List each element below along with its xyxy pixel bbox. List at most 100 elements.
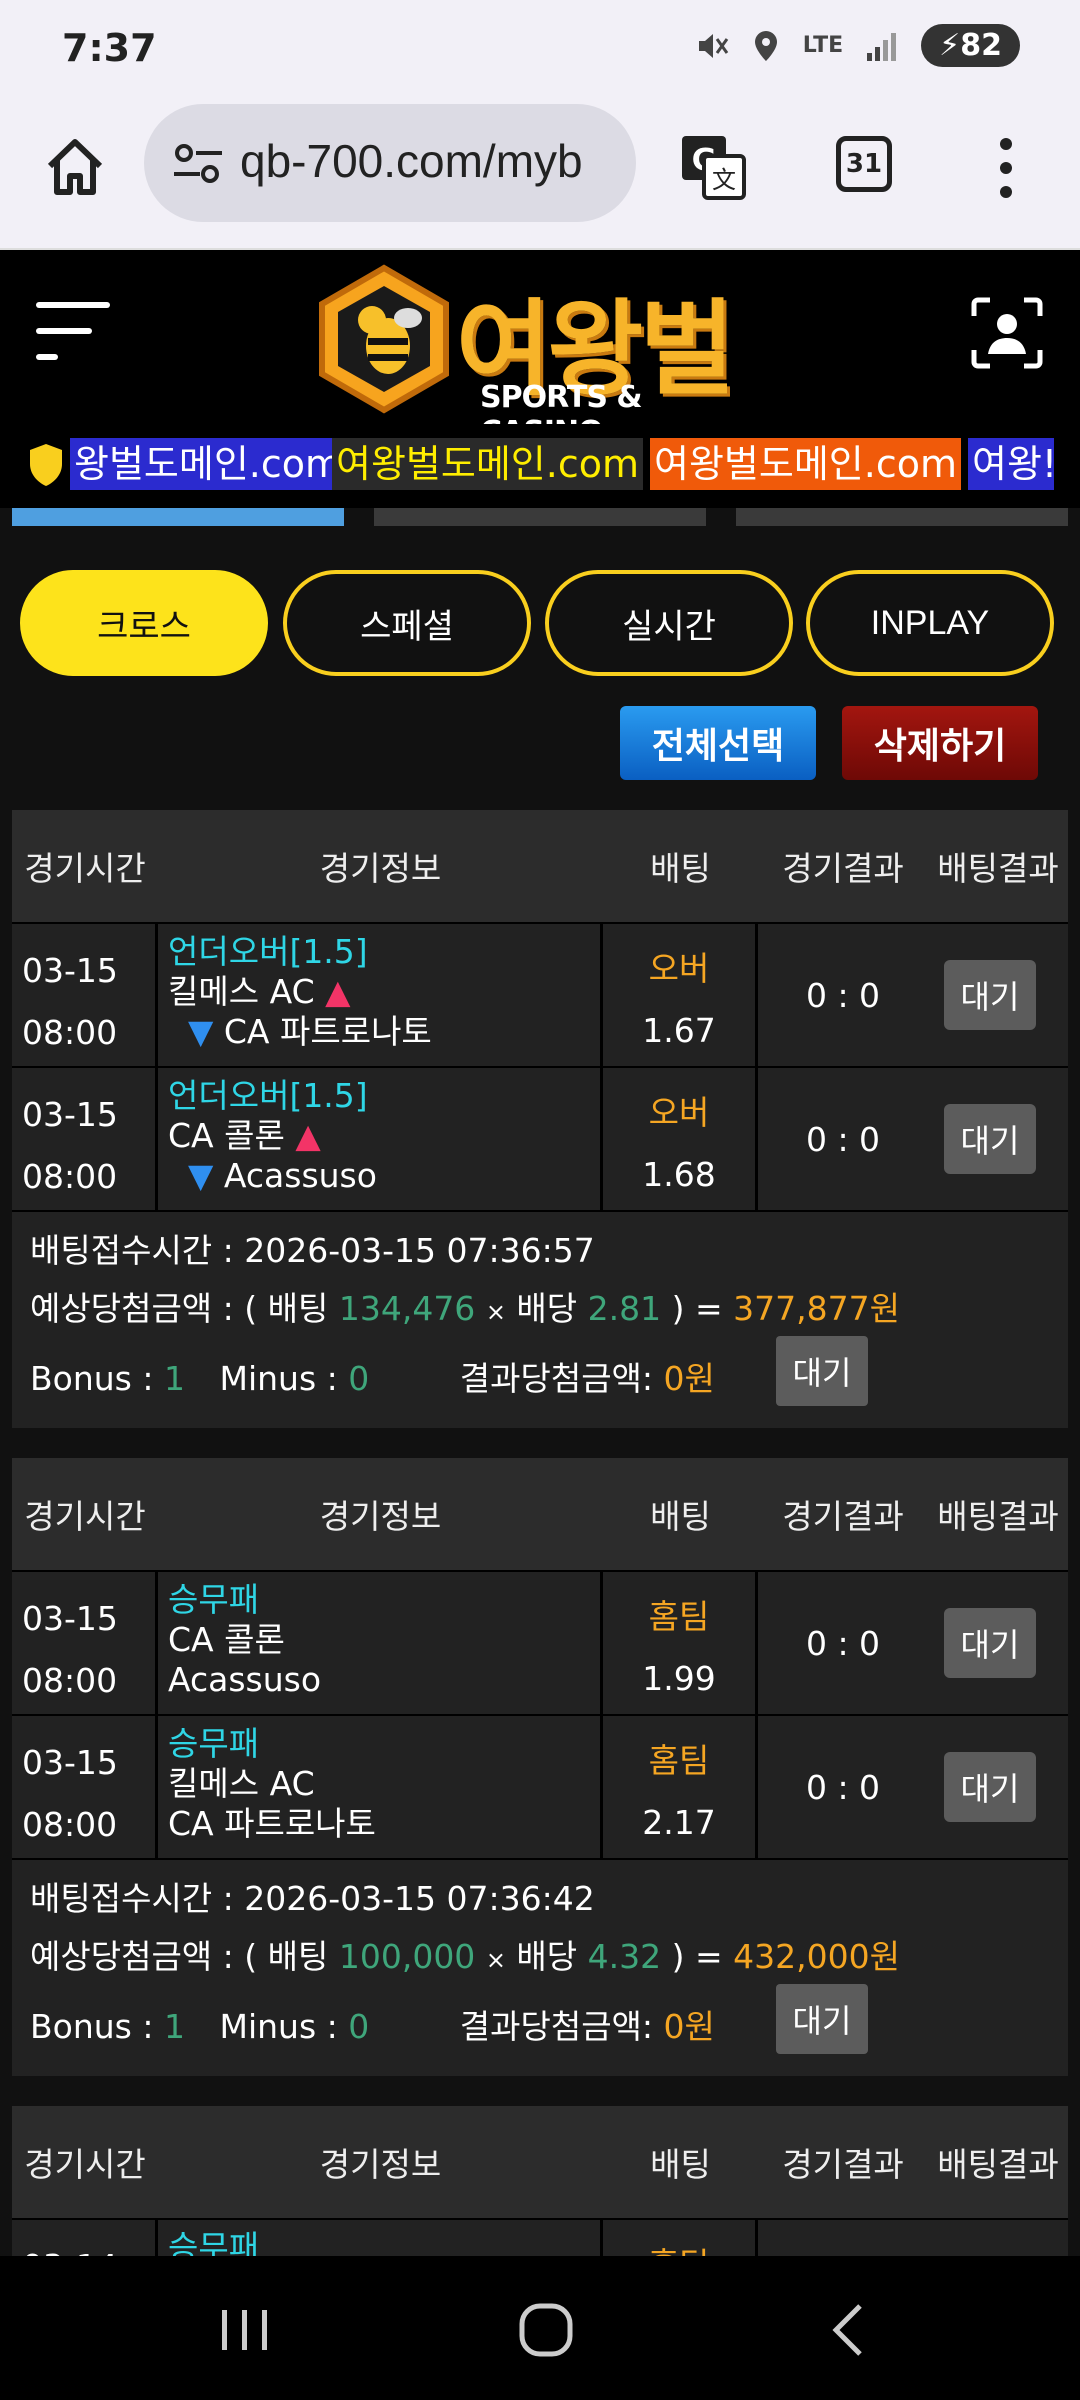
- table-header: 경기시간 경기정보 배팅 경기결과 배팅결과: [12, 810, 1068, 922]
- network-label: LTE: [802, 33, 844, 58]
- result-amount: 0원: [663, 1359, 715, 1398]
- tab-cross[interactable]: 크로스: [20, 570, 268, 676]
- recent-apps-icon[interactable]: [218, 2306, 272, 2354]
- table-row[interactable]: 03-15 08:00 언더오버[1.5] CA 콜론 ▲ ▼ Acassuso …: [12, 1066, 1068, 1210]
- header-bet: 배팅: [650, 1497, 711, 1536]
- bet-cell: 홈팀: [603, 2220, 758, 2256]
- site-settings-icon[interactable]: [172, 144, 224, 184]
- header-match-info: 경기정보: [319, 1497, 442, 1536]
- header-match-result: 경기결과: [782, 2145, 904, 2184]
- table-row[interactable]: 03-15 08:00 언더오버[1.5] 킬메스 AC ▲ ▼ CA 파트로나토…: [12, 922, 1068, 1066]
- match-date: 03-15: [22, 1599, 118, 1638]
- bet-time: 배팅접수시간 : 2026-03-15 07:36:57: [30, 1231, 595, 1270]
- minus-label: Minus :: [219, 1359, 338, 1398]
- match-time: 08:00: [22, 1805, 118, 1844]
- stake-amount: 100,000: [338, 1937, 476, 1976]
- table-row[interactable]: 03-15 08:00 승무패 킬메스 AC CA 파트로나토 홈팀 2.17 0 …: [12, 1714, 1068, 1858]
- site-logo[interactable]: 여왕벌 SPORTS & CASINO: [316, 260, 766, 450]
- away-team: Acassuso: [168, 1660, 322, 1699]
- marquee-item[interactable]: 여왕벌도메인.com: [650, 438, 961, 490]
- status-time: 7:37: [62, 26, 157, 70]
- match-info-cell: 언더오버[1.5] 킬메스 AC ▲ ▼ CA 파트로나토: [158, 924, 603, 1066]
- home-icon[interactable]: [40, 132, 110, 202]
- bet-odds: 1.68: [642, 1155, 716, 1194]
- marquee-item[interactable]: 여왕!: [968, 438, 1054, 490]
- translate-icon[interactable]: G文: [678, 132, 748, 202]
- table-header: 경기시간 경기정보 배팅 경기결과 배팅결과: [12, 2106, 1068, 2218]
- tab-switcher-button[interactable]: 31: [836, 136, 892, 192]
- category-tabs: 크로스 스페셜 실시간 INPLAY: [0, 570, 1080, 676]
- equals-sign: ) =: [671, 1937, 723, 1976]
- delete-button[interactable]: 삭제하기: [842, 706, 1038, 780]
- tab-inplay[interactable]: INPLAY: [806, 570, 1054, 676]
- match-time-cell: 03-15 08:00: [12, 1068, 158, 1210]
- bonus-value: 1: [163, 1359, 185, 1398]
- match-time-cell: 03-15 08:00: [12, 1572, 158, 1714]
- tab-live[interactable]: 실시간: [545, 570, 793, 676]
- bet-pick: 홈팀: [648, 1741, 710, 1780]
- tab-indicator-inactive: [374, 508, 706, 526]
- match-score: 0 : 0: [805, 976, 881, 1015]
- match-date: 03-15: [22, 1095, 118, 1134]
- away-team: CA 파트로나토: [168, 1804, 376, 1843]
- header-bet-result: 배팅결과: [937, 1497, 1059, 1536]
- match-time-cell: 03-14: [12, 2220, 158, 2256]
- result-label: 결과당첨금액:: [459, 2007, 654, 2046]
- market-label: 언더오버[1.5]: [168, 932, 368, 971]
- market-label: 승무패: [168, 2228, 260, 2256]
- bet-pick: 홈팀: [648, 1597, 710, 1636]
- address-bar[interactable]: qb-700.com/myb: [144, 104, 636, 222]
- bet-cell: 오버 1.68: [603, 1068, 758, 1210]
- payout-amount: 432,000원: [733, 1937, 900, 1976]
- url-text: qb-700.com/myb: [240, 135, 583, 187]
- bet-odds: 1.99: [642, 1659, 716, 1698]
- marquee-item[interactable]: 왕벌도메인.com: [70, 438, 347, 490]
- menu-icon[interactable]: [36, 302, 110, 366]
- more-options-icon[interactable]: [996, 136, 1016, 200]
- status-bar: 7:37 LTE ⚡82: [0, 0, 1080, 96]
- expected-payout: 예상당첨금액 : ( 배팅 134,476 × 배당 2.81 ) = 377,…: [30, 1282, 900, 1330]
- match-time-cell: 03-15 08:00: [12, 924, 158, 1066]
- home-nav-icon[interactable]: [518, 2302, 574, 2358]
- bet-odds: 1.67: [642, 1011, 716, 1050]
- marquee-item[interactable]: 여왕벌도메인.com: [332, 438, 643, 490]
- table-row[interactable]: 03-15 08:00 승무패 CA 콜론 Acassuso 홈팀 1.99 0 :…: [12, 1570, 1068, 1714]
- home-team: 킬메스 AC: [168, 1764, 315, 1803]
- minus-label: Minus :: [219, 2007, 338, 2046]
- header-match-time: 경기시간: [24, 849, 146, 888]
- tab-special[interactable]: 스페셜: [283, 570, 531, 676]
- header-match-time: 경기시간: [24, 2145, 146, 2184]
- back-icon[interactable]: [828, 2302, 868, 2358]
- payout-amount: 377,877원: [733, 1289, 900, 1328]
- svg-text:文: 文: [712, 166, 736, 194]
- table-row[interactable]: 03-14 승무패 홈팀: [12, 2218, 1068, 2256]
- home-team: CA 콜론: [168, 1116, 285, 1155]
- browser-toolbar: qb-700.com/myb G文 31: [0, 96, 1080, 250]
- pending-badge: 대기: [944, 1608, 1036, 1678]
- profile-icon[interactable]: [970, 296, 1044, 370]
- odds-label: 배당: [516, 1937, 578, 1976]
- slip-status-badge: 대기: [776, 1984, 868, 2054]
- bet-result-cell: 대기: [928, 924, 1068, 1066]
- header-match-info: 경기정보: [319, 849, 442, 888]
- header-match-time: 경기시간: [24, 1497, 146, 1536]
- site-header: 여왕벌 SPORTS & CASINO: [0, 250, 1080, 450]
- bet-result-cell: [928, 2220, 1068, 2256]
- tab-indicator: [0, 508, 1080, 528]
- total-odds: 2.81: [587, 1289, 662, 1328]
- expected-payout: 예상당첨금액 : ( 배팅 100,000 × 배당 4.32 ) = 432,…: [30, 1930, 900, 1978]
- battery-indicator: ⚡82: [921, 24, 1020, 67]
- match-date: 03-15: [22, 951, 118, 990]
- status-icons: LTE ⚡82: [695, 24, 1020, 67]
- mute-icon: [698, 33, 728, 58]
- select-all-button[interactable]: 전체선택: [620, 706, 816, 780]
- minus-value: 0: [348, 1359, 370, 1398]
- bet-cell: 홈팀 1.99: [603, 1572, 758, 1714]
- minus-value: 0: [348, 2007, 370, 2046]
- bet-result-cell: 대기: [928, 1716, 1068, 1858]
- match-info-cell: 승무패 킬메스 AC CA 파트로나토: [158, 1716, 603, 1858]
- total-odds: 4.32: [587, 1937, 662, 1976]
- match-time: 08:00: [22, 1157, 118, 1196]
- bet-result-cell: 대기: [928, 1572, 1068, 1714]
- multiply-sign: ×: [485, 1298, 506, 1326]
